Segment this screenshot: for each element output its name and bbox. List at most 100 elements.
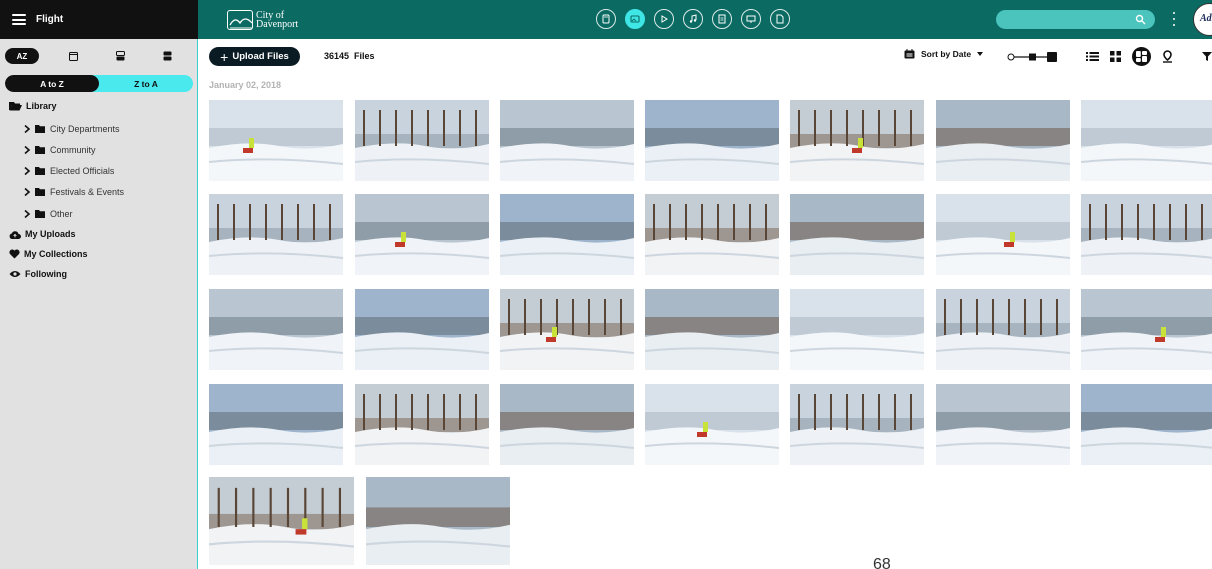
folder-label: Festivals & Events	[50, 187, 125, 197]
caret-down-icon	[977, 52, 984, 56]
folder-label: City Departments	[50, 124, 120, 134]
date-group-heading: January 02, 2018	[209, 80, 282, 90]
gallery-thumbnail[interactable]	[790, 100, 924, 181]
file-count-unit: Files	[354, 51, 375, 61]
folder-other[interactable]: Other	[22, 209, 73, 219]
gallery-thumbnail[interactable]	[355, 100, 489, 181]
heart-icon	[9, 249, 20, 259]
list-view-icon[interactable]	[1086, 50, 1099, 63]
gallery-thumbnail[interactable]	[936, 384, 1070, 465]
top-bar: Flight City of Davenport Adm	[0, 0, 1212, 39]
folder-icon	[35, 146, 45, 154]
search-input[interactable]	[996, 10, 1155, 29]
filter-icon[interactable]	[1202, 52, 1212, 61]
calendar-icon[interactable]	[69, 51, 78, 61]
user-avatar[interactable]: Adm	[1193, 3, 1212, 36]
folder-city-departments[interactable]: City Departments	[22, 124, 120, 134]
folder-icon	[35, 210, 45, 218]
folder-icon	[35, 167, 45, 175]
grid-view-icon[interactable]	[1109, 50, 1122, 63]
library-node[interactable]: Library	[9, 101, 57, 111]
gallery-thumbnail[interactable]	[209, 194, 343, 275]
media-other-icon[interactable]	[770, 9, 790, 29]
media-documents-icon[interactable]	[712, 9, 732, 29]
gallery-thumbnail[interactable]	[209, 384, 343, 465]
upload-files-label: Upload Files	[232, 51, 289, 62]
chevron-right-icon[interactable]	[22, 166, 32, 176]
gallery-thumbnail[interactable]	[209, 289, 343, 370]
gallery-thumbnail[interactable]	[645, 289, 779, 370]
gallery-thumbnail[interactable]	[355, 289, 489, 370]
sort-asc-button[interactable]: A to Z	[5, 75, 99, 92]
gallery-thumbnail[interactable]	[1081, 100, 1212, 181]
folder-community[interactable]: Community	[22, 145, 96, 155]
chevron-right-icon[interactable]	[22, 124, 32, 134]
mosaic-view-icon[interactable]	[1132, 47, 1151, 66]
file-count: 36145 Files	[324, 51, 380, 61]
app: { "brand": {"name": "Flight"}, "logo": {…	[0, 0, 1212, 569]
gallery-thumbnail[interactable]	[645, 194, 779, 275]
media-audio-icon[interactable]	[683, 9, 703, 29]
gallery-thumbnail[interactable]	[500, 384, 634, 465]
chevron-right-icon[interactable]	[22, 209, 32, 219]
gallery-thumbnail[interactable]	[645, 100, 779, 181]
sort-desc-button[interactable]: Z to A	[89, 75, 193, 92]
city-logo-text: City of Davenport	[256, 10, 299, 30]
upload-files-button[interactable]: + Upload Files	[209, 47, 300, 66]
my-collections-node[interactable]: My Collections	[9, 249, 88, 259]
gallery-thumbnail[interactable]	[1081, 289, 1212, 370]
size-sort-icon[interactable]	[116, 51, 125, 61]
gallery-thumbnail[interactable]	[936, 194, 1070, 275]
following-label: Following	[25, 269, 67, 279]
gallery-thumbnail[interactable]	[790, 384, 924, 465]
more-options-icon[interactable]	[1172, 12, 1176, 26]
following-node[interactable]: Following	[9, 269, 67, 279]
my-uploads-node[interactable]: My Uploads	[9, 229, 76, 239]
gallery-thumbnail[interactable]	[355, 384, 489, 465]
folder-open-icon	[9, 102, 22, 111]
sidebar: AZ A to Z Z to A Library City Department…	[0, 39, 198, 569]
sort-by-dropdown[interactable]: Sort by Date	[904, 49, 984, 59]
gallery-thumbnail[interactable]	[209, 100, 343, 181]
gallery-thumbnail[interactable]	[790, 194, 924, 275]
gallery-thumbnail[interactable]	[790, 289, 924, 370]
media-video-icon[interactable]	[654, 9, 674, 29]
gallery-thumbnail[interactable]	[500, 194, 634, 275]
media-images-icon[interactable]	[625, 9, 645, 29]
chevron-right-icon[interactable]	[22, 145, 32, 155]
media-type-filters	[596, 9, 790, 29]
type-sort-icon[interactable]	[163, 51, 172, 61]
folder-icon	[35, 188, 45, 196]
gallery-thumbnail[interactable]	[645, 384, 779, 465]
city-logo[interactable]: City of Davenport	[227, 8, 298, 31]
hamburger-menu-icon[interactable]	[12, 14, 26, 25]
thumbnail-size-slider[interactable]	[1007, 51, 1057, 63]
gallery-thumbnail[interactable]	[936, 289, 1070, 370]
calendar-icon	[904, 49, 915, 59]
chevron-right-icon[interactable]	[22, 187, 32, 197]
gallery-toolbar: + Upload Files 36145 Files Sort by Date	[199, 39, 1212, 73]
library-label: Library	[26, 101, 57, 111]
gallery-thumbnail[interactable]	[209, 477, 354, 565]
gallery-thumbnail[interactable]	[500, 100, 634, 181]
gallery-thumbnail[interactable]	[366, 477, 510, 565]
file-count-value: 36145	[324, 51, 350, 61]
folder-elected-officials[interactable]: Elected Officials	[22, 166, 114, 176]
gallery-thumbnail[interactable]	[1081, 384, 1212, 465]
city-logo-line2: Davenport	[256, 18, 299, 30]
folder-festivals-events[interactable]: Festivals & Events	[22, 187, 124, 197]
media-all-icon[interactable]	[596, 9, 616, 29]
gallery-thumbnail[interactable]	[936, 100, 1070, 181]
media-presentations-icon[interactable]	[741, 9, 761, 29]
sort-alpha-button[interactable]: AZ	[5, 48, 39, 64]
folder-icon	[35, 125, 45, 133]
folder-label: Elected Officials	[50, 166, 115, 176]
cloud-upload-icon	[9, 230, 21, 239]
sort-by-label: Sort by Date	[921, 49, 972, 59]
gallery-thumbnail[interactable]	[1081, 194, 1212, 275]
gallery-thumbnail[interactable]	[500, 289, 634, 370]
search-icon[interactable]	[1135, 14, 1146, 25]
map-view-icon[interactable]	[1161, 50, 1174, 63]
gallery-thumbnail[interactable]	[355, 194, 489, 275]
eye-icon	[9, 271, 21, 277]
